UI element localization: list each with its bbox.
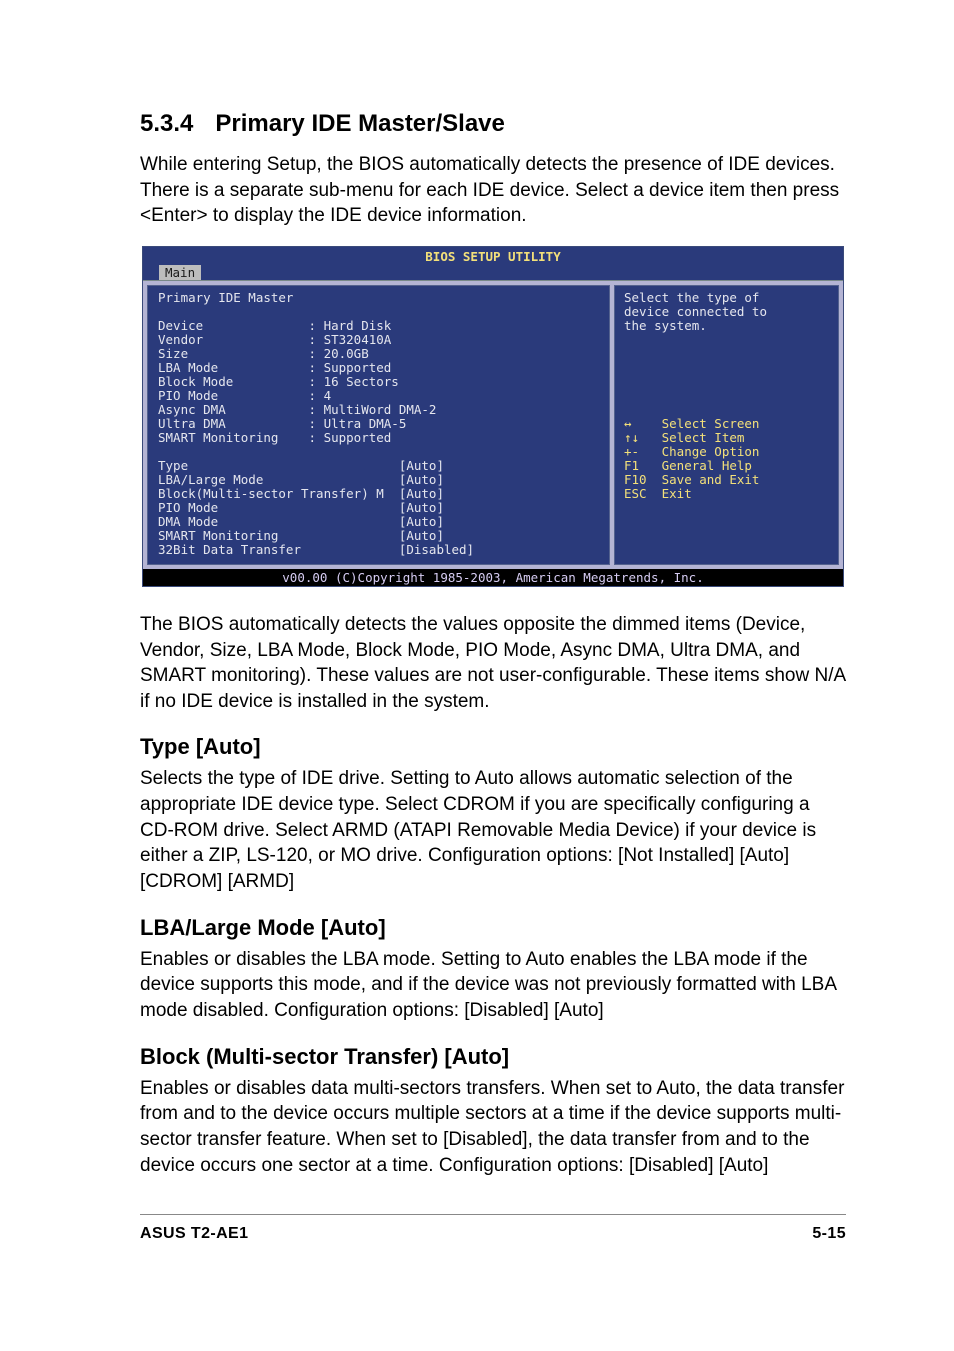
block-body: Enables or disables data multi-sectors t… <box>140 1076 846 1179</box>
bios-window: BIOS SETUP UTILITY Main Primary IDE Mast… <box>143 247 843 586</box>
section-title-text: Primary IDE Master/Slave <box>215 110 505 137</box>
bios-title: BIOS SETUP UTILITY <box>143 247 843 265</box>
footer-right: 5-15 <box>812 1225 846 1243</box>
type-heading: Type [Auto] <box>140 734 846 760</box>
bios-left-panel: Primary IDE Master Device : Hard Disk Ve… <box>147 285 610 565</box>
section-heading: 5.3.4 Primary IDE Master/Slave <box>140 110 846 138</box>
block-heading: Block (Multi-sector Transfer) [Auto] <box>140 1044 846 1070</box>
bios-help-desc: Select the type of device connected to t… <box>624 290 767 333</box>
bios-tab-main: Main <box>159 265 201 280</box>
page-footer: ASUS T2-AE1 5-15 <box>140 1214 846 1243</box>
bios-right-panel: Select the type of device connected to t… <box>614 285 839 565</box>
section-number: 5.3.4 <box>140 110 193 137</box>
intro-paragraph: While entering Setup, the BIOS automatic… <box>140 152 846 229</box>
bios-tab-row: Main <box>143 265 843 280</box>
lba-body: Enables or disables the LBA mode. Settin… <box>140 947 846 1024</box>
document-page: 5.3.4 Primary IDE Master/Slave While ente… <box>0 0 954 1303</box>
bios-key-help: ↔ Select Screen ↑↓ Select Item +- Change… <box>624 416 759 501</box>
bios-copyright: v00.00 (C)Copyright 1985-2003, American … <box>143 569 843 586</box>
footer-left: ASUS T2-AE1 <box>140 1225 248 1243</box>
type-body: Selects the type of IDE drive. Setting t… <box>140 766 846 894</box>
post-bios-paragraph: The BIOS automatically detects the value… <box>140 612 846 715</box>
bios-body: Primary IDE Master Device : Hard Disk Ve… <box>143 280 843 569</box>
lba-heading: LBA/Large Mode [Auto] <box>140 915 846 941</box>
